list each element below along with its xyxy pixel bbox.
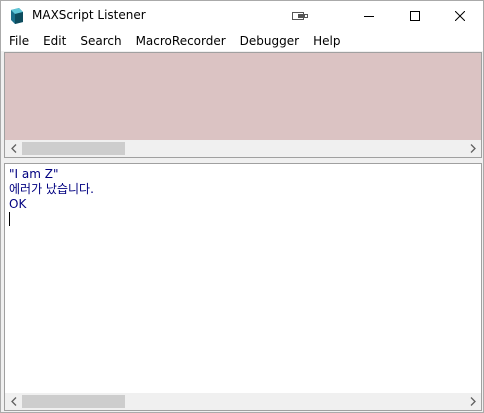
menu-macrorecorder[interactable]: MacroRecorder: [129, 31, 233, 51]
macro-recorder-pane: [4, 52, 482, 158]
scroll-left-button[interactable]: [5, 140, 22, 157]
listener-scrollbar[interactable]: [5, 393, 481, 410]
menu-bar: File Edit Search MacroRecorder Debugger …: [1, 31, 483, 51]
listener-pane: "I am Z" 에러가 났습니다. OK: [4, 163, 482, 411]
chevron-left-icon: [10, 397, 16, 406]
menu-search[interactable]: Search: [73, 31, 128, 51]
macro-recorder-text-area[interactable]: [5, 53, 481, 140]
dock-icon: [292, 12, 308, 20]
macro-recorder-scrollbar[interactable]: [5, 140, 481, 157]
menu-edit[interactable]: Edit: [36, 31, 73, 51]
scroll-right-button[interactable]: [464, 393, 481, 410]
listener-line: 에러가 났습니다.: [9, 182, 94, 196]
maximize-icon: [410, 11, 420, 21]
maximize-button[interactable]: [392, 1, 438, 31]
chevron-right-icon: [470, 397, 476, 406]
window-title: MAXScript Listener: [32, 8, 146, 22]
title-bar[interactable]: MAXScript Listener: [1, 1, 483, 31]
scroll-right-button[interactable]: [464, 140, 481, 157]
listener-line: "I am Z": [9, 167, 59, 181]
close-icon: [455, 11, 465, 21]
dock-button[interactable]: [277, 1, 323, 31]
chevron-right-icon: [470, 144, 476, 153]
scroll-thumb[interactable]: [22, 395, 125, 408]
listener-text-area[interactable]: "I am Z" 에러가 났습니다. OK: [5, 164, 481, 393]
scroll-thumb[interactable]: [22, 142, 125, 155]
minimize-icon: [364, 16, 374, 17]
minimize-button[interactable]: [346, 1, 392, 31]
text-caret: [9, 212, 10, 226]
chevron-left-icon: [10, 144, 16, 153]
menu-file[interactable]: File: [2, 31, 36, 51]
scroll-left-button[interactable]: [5, 393, 22, 410]
menu-help[interactable]: Help: [306, 31, 347, 51]
menu-debugger[interactable]: Debugger: [233, 31, 306, 51]
listener-line: OK: [9, 197, 27, 211]
input-line[interactable]: [9, 212, 481, 227]
close-button[interactable]: [437, 1, 483, 31]
3ds-max-icon: [11, 8, 23, 24]
maxscript-listener-window: MAXScript Listener File Edit Search Macr…: [0, 0, 484, 413]
